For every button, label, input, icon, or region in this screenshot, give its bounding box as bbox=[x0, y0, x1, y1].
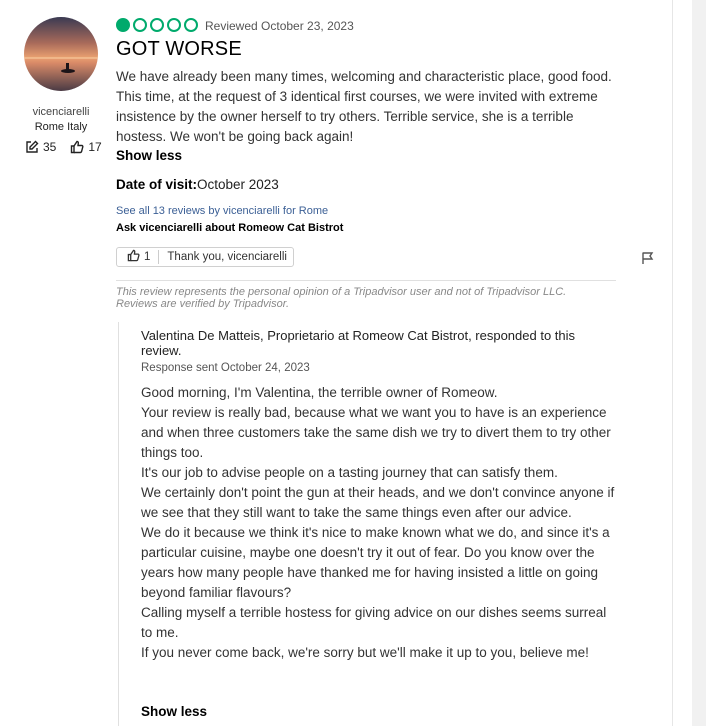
contributions-count: 35 bbox=[43, 140, 57, 154]
rating-bubble-empty bbox=[167, 18, 181, 32]
reviewer-stats: 35 17 bbox=[25, 140, 102, 154]
thank-label: Thank you, vicenciarelli bbox=[167, 251, 287, 263]
response-show-less-button[interactable]: Show less bbox=[141, 704, 207, 719]
reviewer-location: Rome Italy bbox=[34, 121, 88, 133]
rating-bubble-filled bbox=[116, 18, 130, 32]
responder-name: Valentina De Matteis, Proprietario at Ro… bbox=[141, 328, 576, 358]
see-all-reviews-link[interactable]: See all 13 reviews by vicenciarelli for … bbox=[116, 205, 328, 217]
response-paragraph: Good morning, I'm Valentina, the terribl… bbox=[141, 385, 498, 400]
reviewed-date: Reviewed October 23, 2023 bbox=[205, 19, 354, 33]
thank-button[interactable]: 1 Thank you, vicenciarelli bbox=[116, 247, 294, 267]
divider bbox=[158, 250, 160, 264]
rating-bubble-empty bbox=[133, 18, 147, 32]
helpful-count: 1 bbox=[144, 251, 151, 263]
review-disclaimer: This review represents the personal opin… bbox=[116, 286, 567, 310]
rating-bubble-empty bbox=[150, 18, 164, 32]
helpful-votes-count: 17 bbox=[88, 140, 102, 154]
thumbs-up-icon bbox=[127, 249, 140, 265]
response-paragraph: We certainly don't point the gun at thei… bbox=[141, 485, 615, 520]
report-flag-icon[interactable] bbox=[641, 251, 655, 270]
show-less-button[interactable]: Show less bbox=[116, 148, 182, 163]
response-border bbox=[118, 322, 119, 726]
response-paragraph: If you never come back, we're sorry but … bbox=[141, 645, 589, 660]
visit-value: October 2023 bbox=[197, 177, 279, 192]
rating-bubble-empty bbox=[184, 18, 198, 32]
content-edge bbox=[672, 0, 673, 726]
rating-bubbles bbox=[116, 18, 198, 32]
divider bbox=[116, 280, 616, 281]
review-body: We have already been many times, welcomi… bbox=[116, 69, 612, 144]
review-title[interactable]: GOT WORSE bbox=[116, 38, 242, 61]
scrollbar[interactable] bbox=[692, 0, 706, 726]
avatar[interactable] bbox=[24, 17, 98, 91]
visit-label: Date of visit: bbox=[116, 177, 198, 192]
thumbs-up-icon bbox=[70, 140, 84, 154]
edit-icon bbox=[25, 140, 39, 154]
response-paragraph: Your review is really bad, because what … bbox=[141, 405, 611, 460]
response-paragraph: We do it because we think it's nice to m… bbox=[141, 525, 610, 600]
ask-reviewer-link[interactable]: Ask vicenciarelli about Romeow Cat Bistr… bbox=[116, 222, 343, 234]
response-date: Response sent October 24, 2023 bbox=[141, 362, 310, 374]
response-body: Good morning, I'm Valentina, the terribl… bbox=[141, 383, 621, 663]
reviewer-username[interactable]: vicenciarelli bbox=[0, 106, 122, 118]
date-of-visit: Date of visit:October 2023 bbox=[116, 177, 279, 192]
response-paragraph: It's our job to advise people on a tasti… bbox=[141, 465, 558, 480]
response-paragraph: Calling myself a terrible hostess for gi… bbox=[141, 605, 607, 640]
